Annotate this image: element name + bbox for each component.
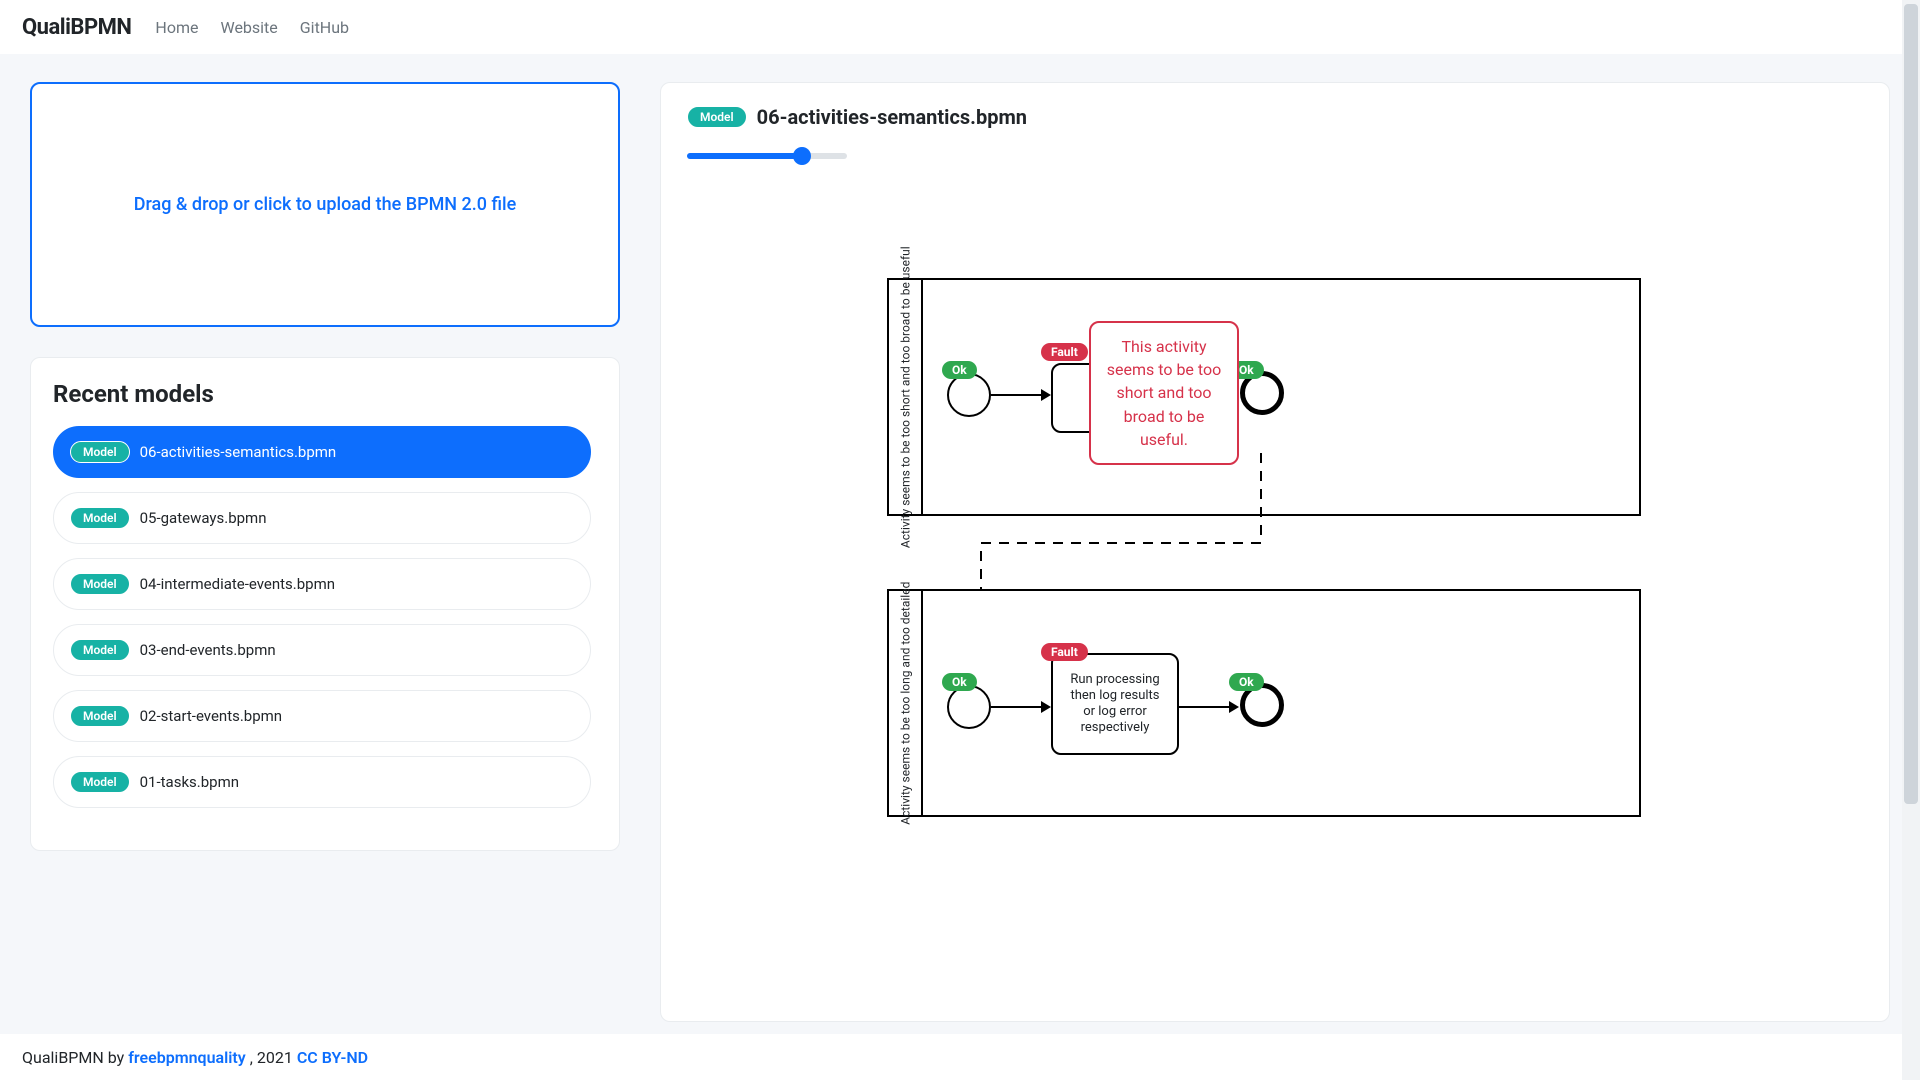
model-badge: Model	[70, 705, 130, 727]
model-item-5[interactable]: Model 01-tasks.bpmn	[53, 756, 591, 808]
pool-too-long-label: Activity seems to be too long and too de…	[891, 591, 923, 815]
pool2-task-fault-badge: Fault	[1041, 643, 1088, 661]
brand-logo: QualiBPMN	[22, 15, 131, 40]
pool1-task[interactable]	[1051, 363, 1181, 433]
current-model-name: 06-activities-semantics.bpmn	[757, 105, 1027, 129]
pool1-start-event[interactable]	[947, 373, 991, 417]
page-scrollbar-thumb[interactable]	[1904, 4, 1918, 804]
footer-mid: , 2021	[250, 1048, 293, 1067]
zoom-slider[interactable]	[687, 145, 847, 165]
diagram-panel: Model 06-activities-semantics.bpmn Activ…	[660, 82, 1890, 1022]
pool2-start-event[interactable]	[947, 685, 991, 729]
upload-dropzone[interactable]: Drag & drop or click to upload the BPMN …	[30, 82, 620, 327]
pool1-task-fault-badge: Fault	[1041, 343, 1088, 361]
model-badge: Model	[70, 771, 130, 793]
zoom-slider-fill	[687, 153, 802, 159]
fault-tooltip: This activity seems to be too short and …	[1089, 321, 1239, 465]
pool2-task[interactable]: Run processing then log results or log e…	[1051, 653, 1179, 755]
model-item-4[interactable]: Model 02-start-events.bpmn	[53, 690, 591, 742]
message-flow	[951, 453, 1291, 783]
page-scrollbar[interactable]	[1902, 0, 1920, 1080]
model-item-label: 02-start-events.bpmn	[140, 707, 282, 725]
footer-license-link[interactable]: CC BY-ND	[297, 1048, 368, 1067]
model-badge: Model	[70, 441, 130, 463]
recent-models-card: Recent models Model 06-activities-semanti…	[30, 357, 620, 851]
footer-prefix: QualiBPMN by	[22, 1048, 124, 1067]
pool2-end-ok-badge: Ok	[1229, 673, 1264, 691]
model-badge-header: Model	[687, 106, 747, 128]
model-item-0[interactable]: Model 06-activities-semantics.bpmn	[53, 426, 591, 478]
pool1-end-event[interactable]	[1240, 371, 1284, 415]
pool1-arrow-1	[991, 385, 1051, 405]
pool1-end-ok-badge: Ok	[1229, 361, 1264, 379]
model-item-label: 05-gateways.bpmn	[140, 509, 267, 527]
model-item-label: 06-activities-semantics.bpmn	[140, 443, 337, 461]
recent-models-heading: Recent models	[53, 380, 597, 408]
model-item-label: 01-tasks.bpmn	[140, 773, 239, 791]
model-item-1[interactable]: Model 05-gateways.bpmn	[53, 492, 591, 544]
model-item-3[interactable]: Model 03-end-events.bpmn	[53, 624, 591, 676]
model-item-label: 04-intermediate-events.bpmn	[140, 575, 335, 593]
dropzone-label: Drag & drop or click to upload the BPMN …	[134, 194, 517, 215]
nav-home[interactable]: Home	[155, 18, 198, 37]
nav-website[interactable]: Website	[220, 18, 277, 37]
model-item-2[interactable]: Model 04-intermediate-events.bpmn	[53, 558, 591, 610]
pool-too-short-label: Activity seems to be too short and too b…	[891, 280, 923, 514]
recent-models-list[interactable]: Model 06-activities-semantics.bpmn Model 05…	[53, 426, 597, 822]
bpmn-canvas[interactable]: Activity seems to be too short and too b…	[661, 83, 1889, 1021]
nav-github[interactable]: GitHub	[300, 18, 349, 37]
zoom-slider-thumb[interactable]	[793, 147, 811, 165]
pool1-start-ok-badge: Ok	[942, 361, 977, 379]
footer-author-link[interactable]: freebpmnquality	[128, 1048, 246, 1067]
pool-too-short: Activity seems to be too short and too b…	[887, 278, 1641, 516]
pool-too-long: Activity seems to be too long and too de…	[887, 589, 1641, 817]
navbar: QualiBPMN Home Website GitHub	[0, 0, 1920, 54]
pool2-arrow-2	[1179, 697, 1239, 717]
nav-links: Home Website GitHub	[155, 18, 349, 37]
pool2-arrow-1	[991, 697, 1051, 717]
diagram-header: Model 06-activities-semantics.bpmn	[687, 105, 1863, 129]
model-badge: Model	[70, 639, 130, 661]
model-badge: Model	[70, 507, 130, 529]
footer: QualiBPMN by freebpmnquality , 2021 CC B…	[0, 1034, 1920, 1080]
pool2-end-event[interactable]	[1240, 683, 1284, 727]
model-badge: Model	[70, 573, 130, 595]
model-item-label: 03-end-events.bpmn	[140, 641, 276, 659]
pool2-start-ok-badge: Ok	[942, 673, 977, 691]
